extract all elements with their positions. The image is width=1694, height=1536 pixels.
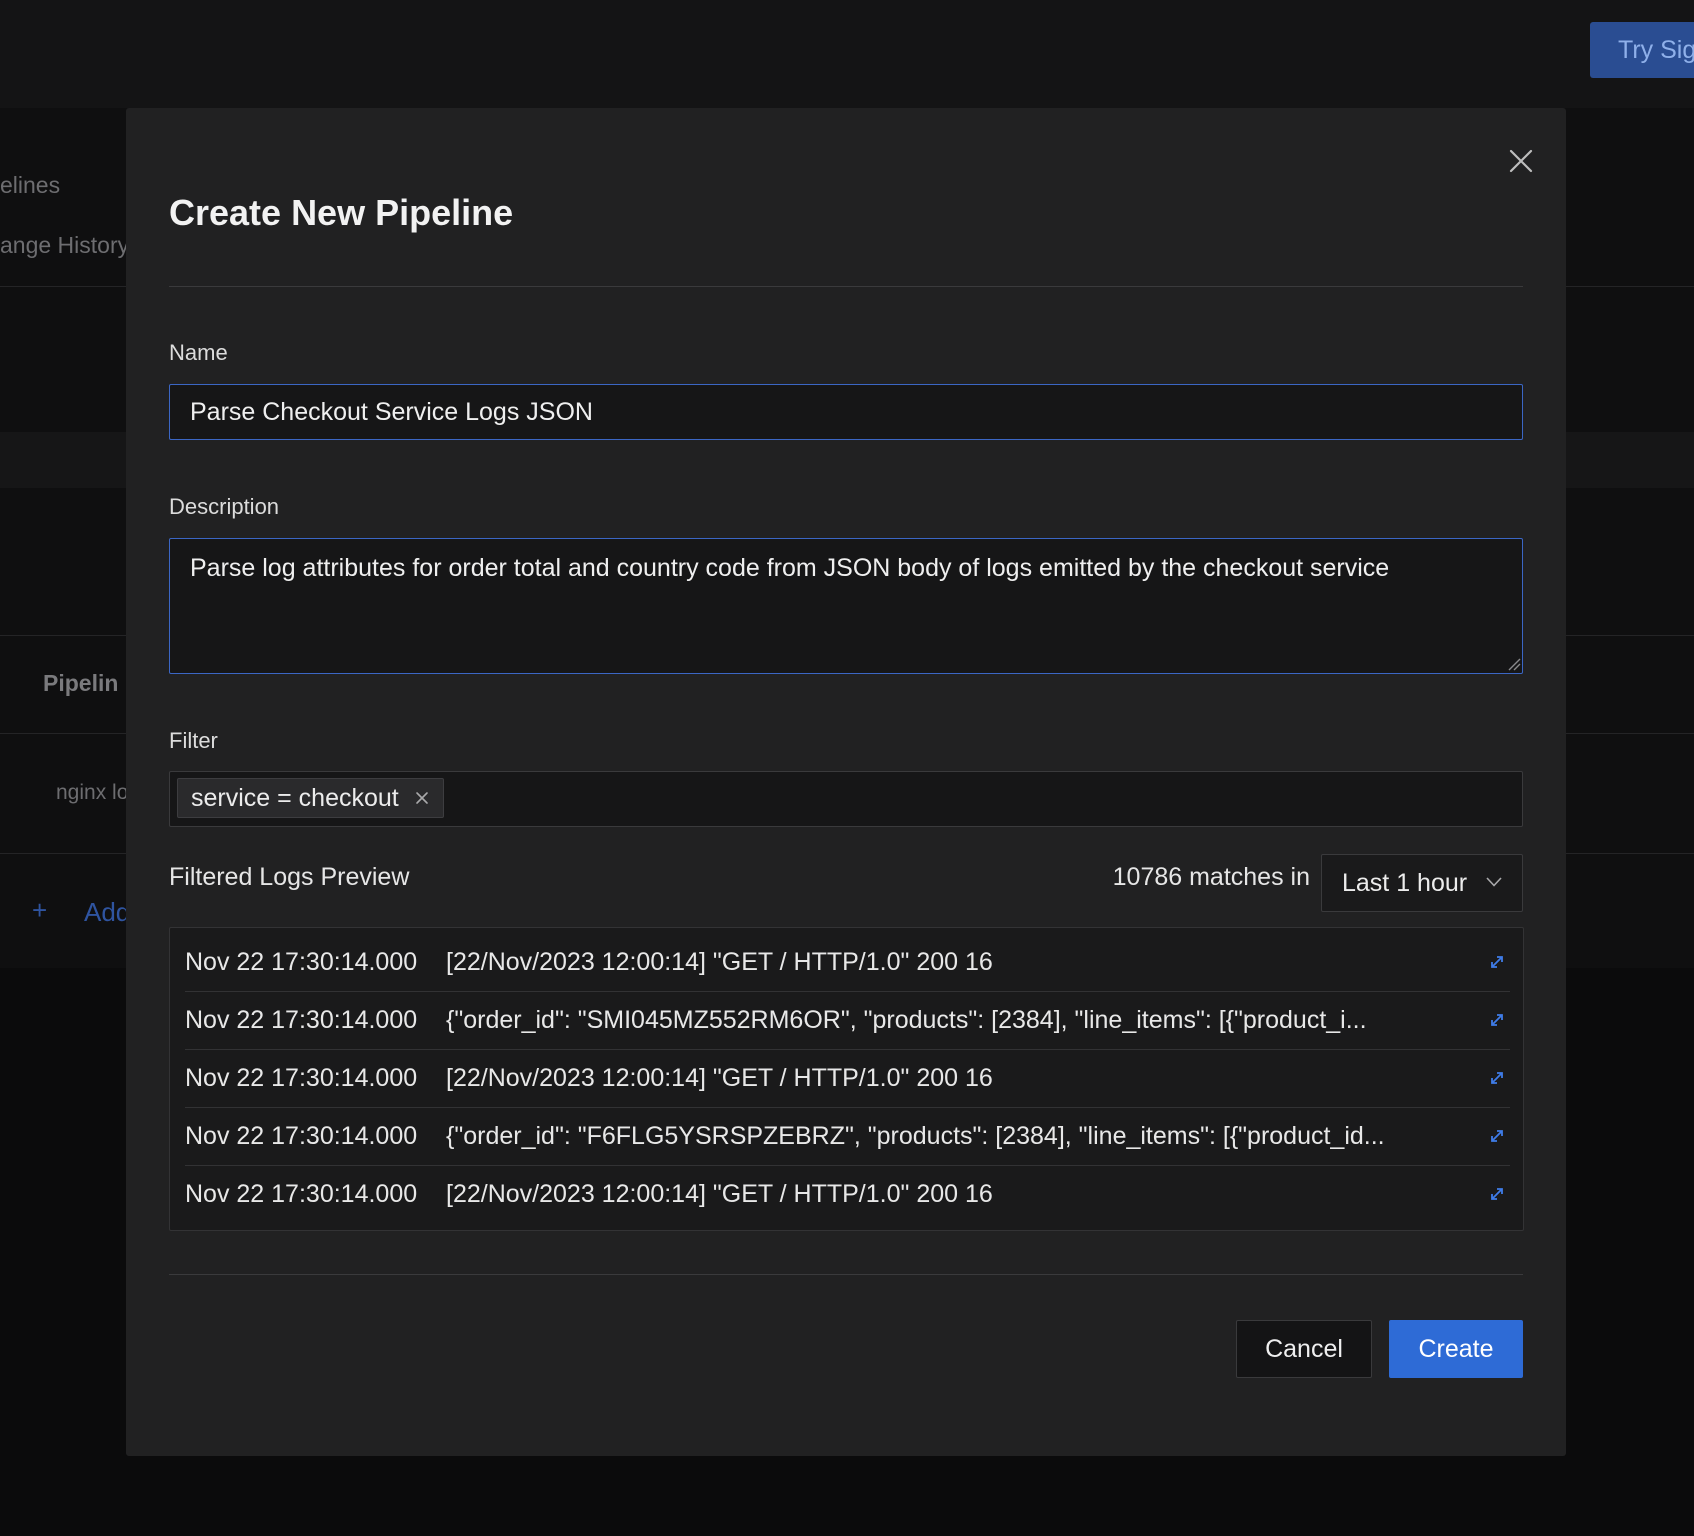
log-timestamp: Nov 22 17:30:14.000 (185, 948, 418, 976)
log-row: Nov 22 17:30:14.000 {"order_id": "SMI045… (185, 991, 1510, 1050)
header-divider (169, 286, 1523, 287)
expand-icon[interactable] (1488, 953, 1506, 971)
log-row: Nov 22 17:30:14.000 [22/Nov/2023 12:00:1… (185, 1165, 1510, 1223)
preview-title: Filtered Logs Preview (169, 863, 410, 891)
chevron-down-icon (1486, 877, 1502, 887)
description-label: Description (169, 494, 280, 519)
expand-icon[interactable] (1488, 1011, 1506, 1029)
time-range-value: Last 1 hour (1342, 869, 1468, 897)
nav-item-change-history[interactable]: ange History (0, 232, 129, 259)
log-timestamp: Nov 22 17:30:14.000 (185, 1006, 418, 1034)
add-pipeline-link[interactable]: Add (84, 897, 130, 928)
log-timestamp: Nov 22 17:30:14.000 (185, 1122, 418, 1150)
log-row: Nov 22 17:30:14.000 [22/Nov/2023 12:00:1… (185, 933, 1510, 992)
create-pipeline-modal: Create New Pipeline Name Description Par… (126, 108, 1566, 1456)
log-message: [22/Nov/2023 12:00:14] "GET / HTTP/1.0" … (446, 948, 993, 976)
filter-chip-label: service = checkout (191, 783, 399, 812)
logs-preview-list: Nov 22 17:30:14.000 [22/Nov/2023 12:00:1… (169, 927, 1524, 1231)
description-input[interactable]: Parse log attributes for order total and… (169, 538, 1523, 674)
cancel-button[interactable]: Cancel (1236, 1320, 1372, 1378)
try-button[interactable]: Try Sig (1590, 22, 1694, 78)
log-row: Nov 22 17:30:14.000 {"order_id": "F6FLG5… (185, 1107, 1510, 1166)
app-topbar (0, 0, 1694, 108)
log-row: Nov 22 17:30:14.000 [22/Nov/2023 12:00:1… (185, 1049, 1510, 1108)
log-timestamp: Nov 22 17:30:14.000 (185, 1180, 418, 1208)
resize-handle-icon[interactable] (1507, 657, 1521, 671)
filter-label: Filter (169, 728, 218, 753)
time-range-select[interactable]: Last 1 hour (1321, 854, 1523, 912)
add-plus-icon[interactable]: + (32, 895, 47, 926)
filter-input[interactable]: service = checkout (169, 771, 1523, 827)
expand-icon[interactable] (1488, 1127, 1506, 1145)
log-message: {"order_id": "F6FLG5YSRSPZEBRZ", "produc… (446, 1122, 1385, 1150)
nav-item-pipelines[interactable]: elines (0, 172, 60, 199)
modal-title: Create New Pipeline (169, 192, 514, 233)
close-icon[interactable] (1501, 141, 1541, 181)
log-message: [22/Nov/2023 12:00:14] "GET / HTTP/1.0" … (446, 1180, 993, 1208)
log-timestamp: Nov 22 17:30:14.000 (185, 1064, 418, 1092)
expand-icon[interactable] (1488, 1069, 1506, 1087)
name-input[interactable] (169, 384, 1523, 440)
name-label: Name (169, 340, 228, 365)
expand-icon[interactable] (1488, 1185, 1506, 1203)
log-message: [22/Nov/2023 12:00:14] "GET / HTTP/1.0" … (446, 1064, 993, 1092)
table-header-pipeline: Pipelin (43, 670, 119, 696)
table-row-nginx[interactable]: nginx lo (56, 781, 128, 805)
create-button[interactable]: Create (1389, 1320, 1523, 1378)
footer-divider (169, 1274, 1523, 1275)
match-count: 10786 matches in (1112, 863, 1310, 891)
filter-chip: service = checkout (177, 778, 444, 818)
log-message: {"order_id": "SMI045MZ552RM6OR", "produc… (446, 1006, 1367, 1034)
remove-filter-icon[interactable] (415, 791, 429, 805)
